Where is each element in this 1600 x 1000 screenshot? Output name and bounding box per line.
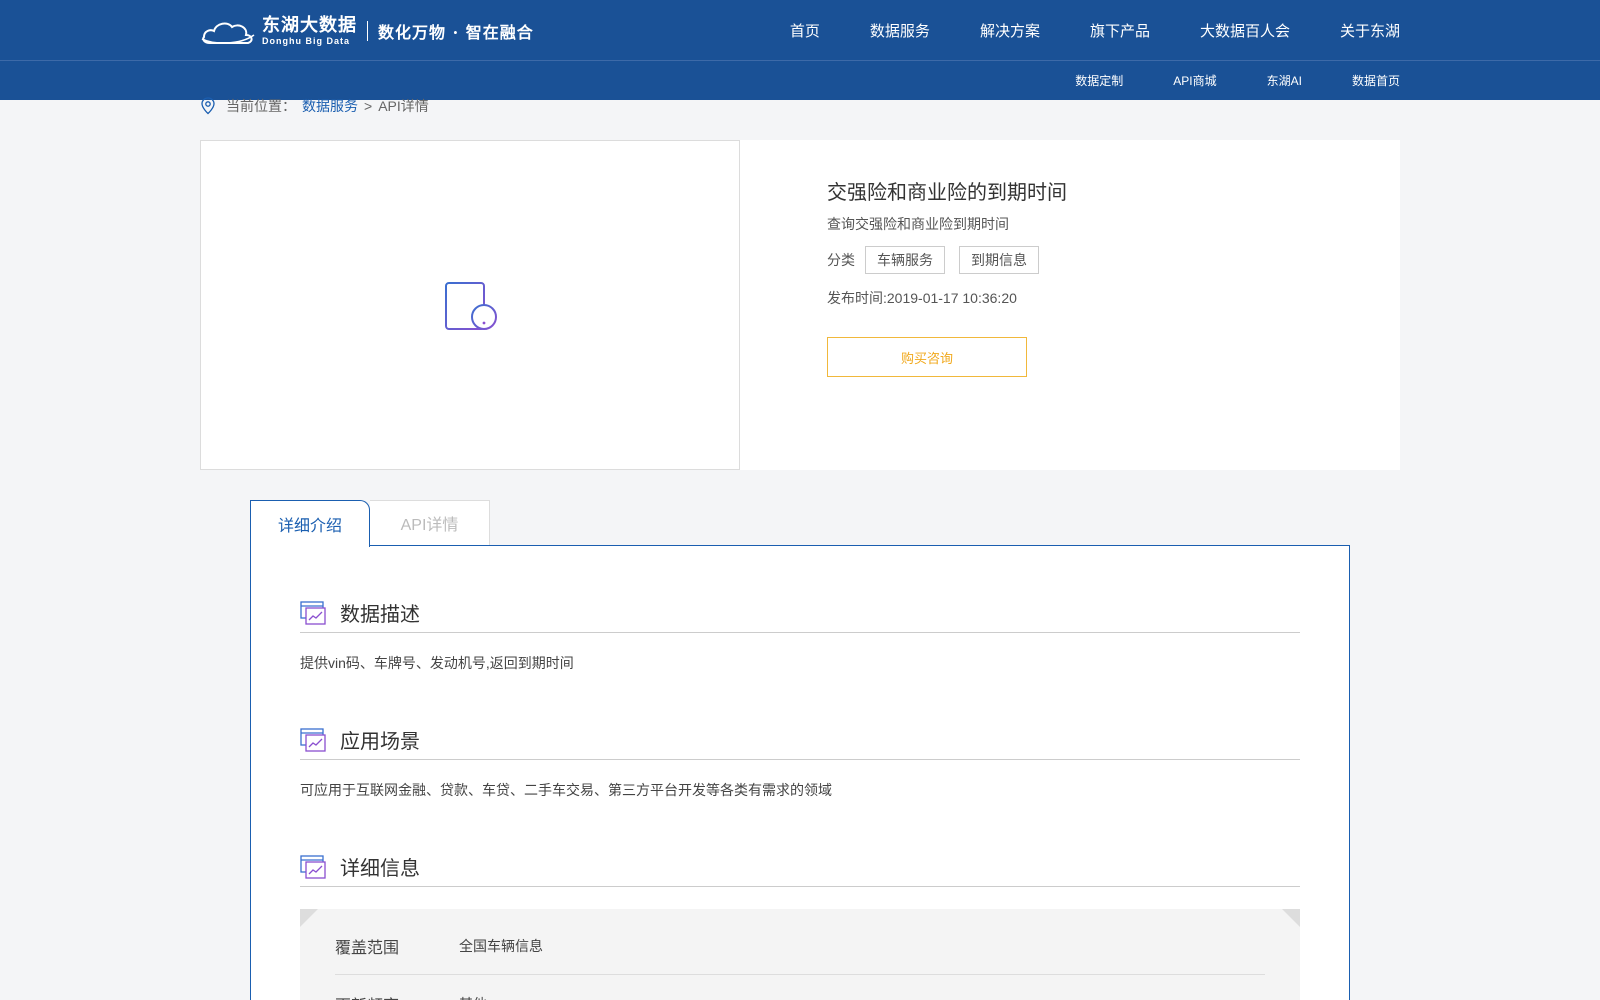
main-nav: 首页 数据服务 解决方案 旗下产品 大数据百人会 关于东湖 [740,20,1400,41]
logo-cn: 东湖大数据 [262,15,357,35]
detail-tabs: 详细介绍 API详情 [250,500,490,547]
nav-data-services[interactable]: 数据服务 [870,20,930,41]
product-card: 交强险和商业险的到期时间 查询交强险和商业险到期时间 分类 车辆服务 到期信息 … [200,140,1400,470]
subnav-api-mall[interactable]: API商城 [1173,72,1216,89]
corner-decoration-right [1282,909,1300,927]
category-label: 分类 [827,252,855,268]
tab-detail-intro[interactable]: 详细介绍 [250,500,370,547]
detail-panel: 数据描述 提供vin码、车牌号、发动机号,返回到期时间 应用场景 可应用于互联网… [250,545,1350,1000]
category-tag-vehicle[interactable]: 车辆服务 [865,246,945,274]
section-header-use-cases: 应用场景 [300,720,1300,760]
nav-products[interactable]: 旗下产品 [1090,20,1150,41]
section-text-use-cases: 可应用于互联网金融、贷款、车贷、二手车交易、第三方平台开发等各类有需求的领域 [300,782,832,798]
breadcrumb-link-data-services[interactable]: 数据服务 [302,96,358,116]
logo-slogan: 数化万物 · 智在融合 [378,23,534,42]
cloud-logo-icon [201,22,255,44]
table-row: 更新频率 其他 [335,975,1265,1000]
chart-window-icon [300,854,326,879]
detail-key: 更新频率 [335,992,459,1000]
detail-value: 其他 [459,994,487,1000]
product-categories: 分类 车辆服务 到期信息 [827,246,1053,274]
breadcrumb-label: 当前位置： [226,98,296,114]
logo-separator [367,21,368,41]
detail-info-table: 覆盖范围 全国车辆信息 更新频率 其他 [300,909,1300,1000]
breadcrumb-current: API详情 [378,98,429,114]
category-tag-expiry[interactable]: 到期信息 [959,246,1039,274]
logo-text: 东湖大数据 Donghu Big Data [262,16,357,46]
logo-en: Donghu Big Data [262,36,350,46]
detail-value: 全国车辆信息 [459,937,543,954]
table-row: 覆盖范围 全国车辆信息 [335,917,1265,975]
product-title: 交强险和商业险的到期时间 [827,182,1067,204]
sub-nav: 数据定制 API商城 东湖AI 数据首页 [1025,72,1400,89]
location-pin-icon [201,97,215,115]
nav-solutions[interactable]: 解决方案 [980,20,1040,41]
nav-bigdata-club[interactable]: 大数据百人会 [1200,20,1290,41]
section-header-detail-info: 详细信息 [300,847,1300,887]
tab-api-details[interactable]: API详情 [370,500,490,546]
nav-about[interactable]: 关于东湖 [1340,20,1400,41]
nav-home[interactable]: 首页 [790,20,820,41]
subnav-data-custom[interactable]: 数据定制 [1075,72,1123,89]
section-title-use-cases: 应用场景 [340,731,420,753]
product-image-box [200,140,740,470]
clipboard-alert-icon [445,279,497,330]
chart-window-icon [300,600,326,625]
breadcrumb: 当前位置： 数据服务 > API详情 [200,96,429,116]
section-title-detail-info: 详细信息 [340,858,420,880]
section-text-data-description: 提供vin码、车牌号、发动机号,返回到期时间 [300,655,574,671]
header-divider [0,60,1600,61]
subnav-donghu-ai[interactable]: 东湖AI [1267,72,1302,89]
publish-time: 发布时间:2019-01-17 10:36:20 [827,290,1017,306]
subnav-data-home[interactable]: 数据首页 [1352,72,1400,89]
site-logo[interactable]: 东湖大数据 Donghu Big Data 数化万物 · 智在融合 [200,14,534,48]
breadcrumb-separator: > [364,98,373,114]
chart-window-icon [300,727,326,752]
buy-consult-button[interactable]: 购买咨询 [827,337,1027,377]
detail-key: 覆盖范围 [335,939,400,957]
top-header: 东湖大数据 Donghu Big Data 数化万物 · 智在融合 首页 数据服… [0,0,1600,100]
product-subtitle: 查询交强险和商业险到期时间 [827,216,1009,232]
section-header-data-description: 数据描述 [300,593,1300,633]
section-title-data-description: 数据描述 [340,604,420,626]
corner-decoration-left [300,909,318,927]
